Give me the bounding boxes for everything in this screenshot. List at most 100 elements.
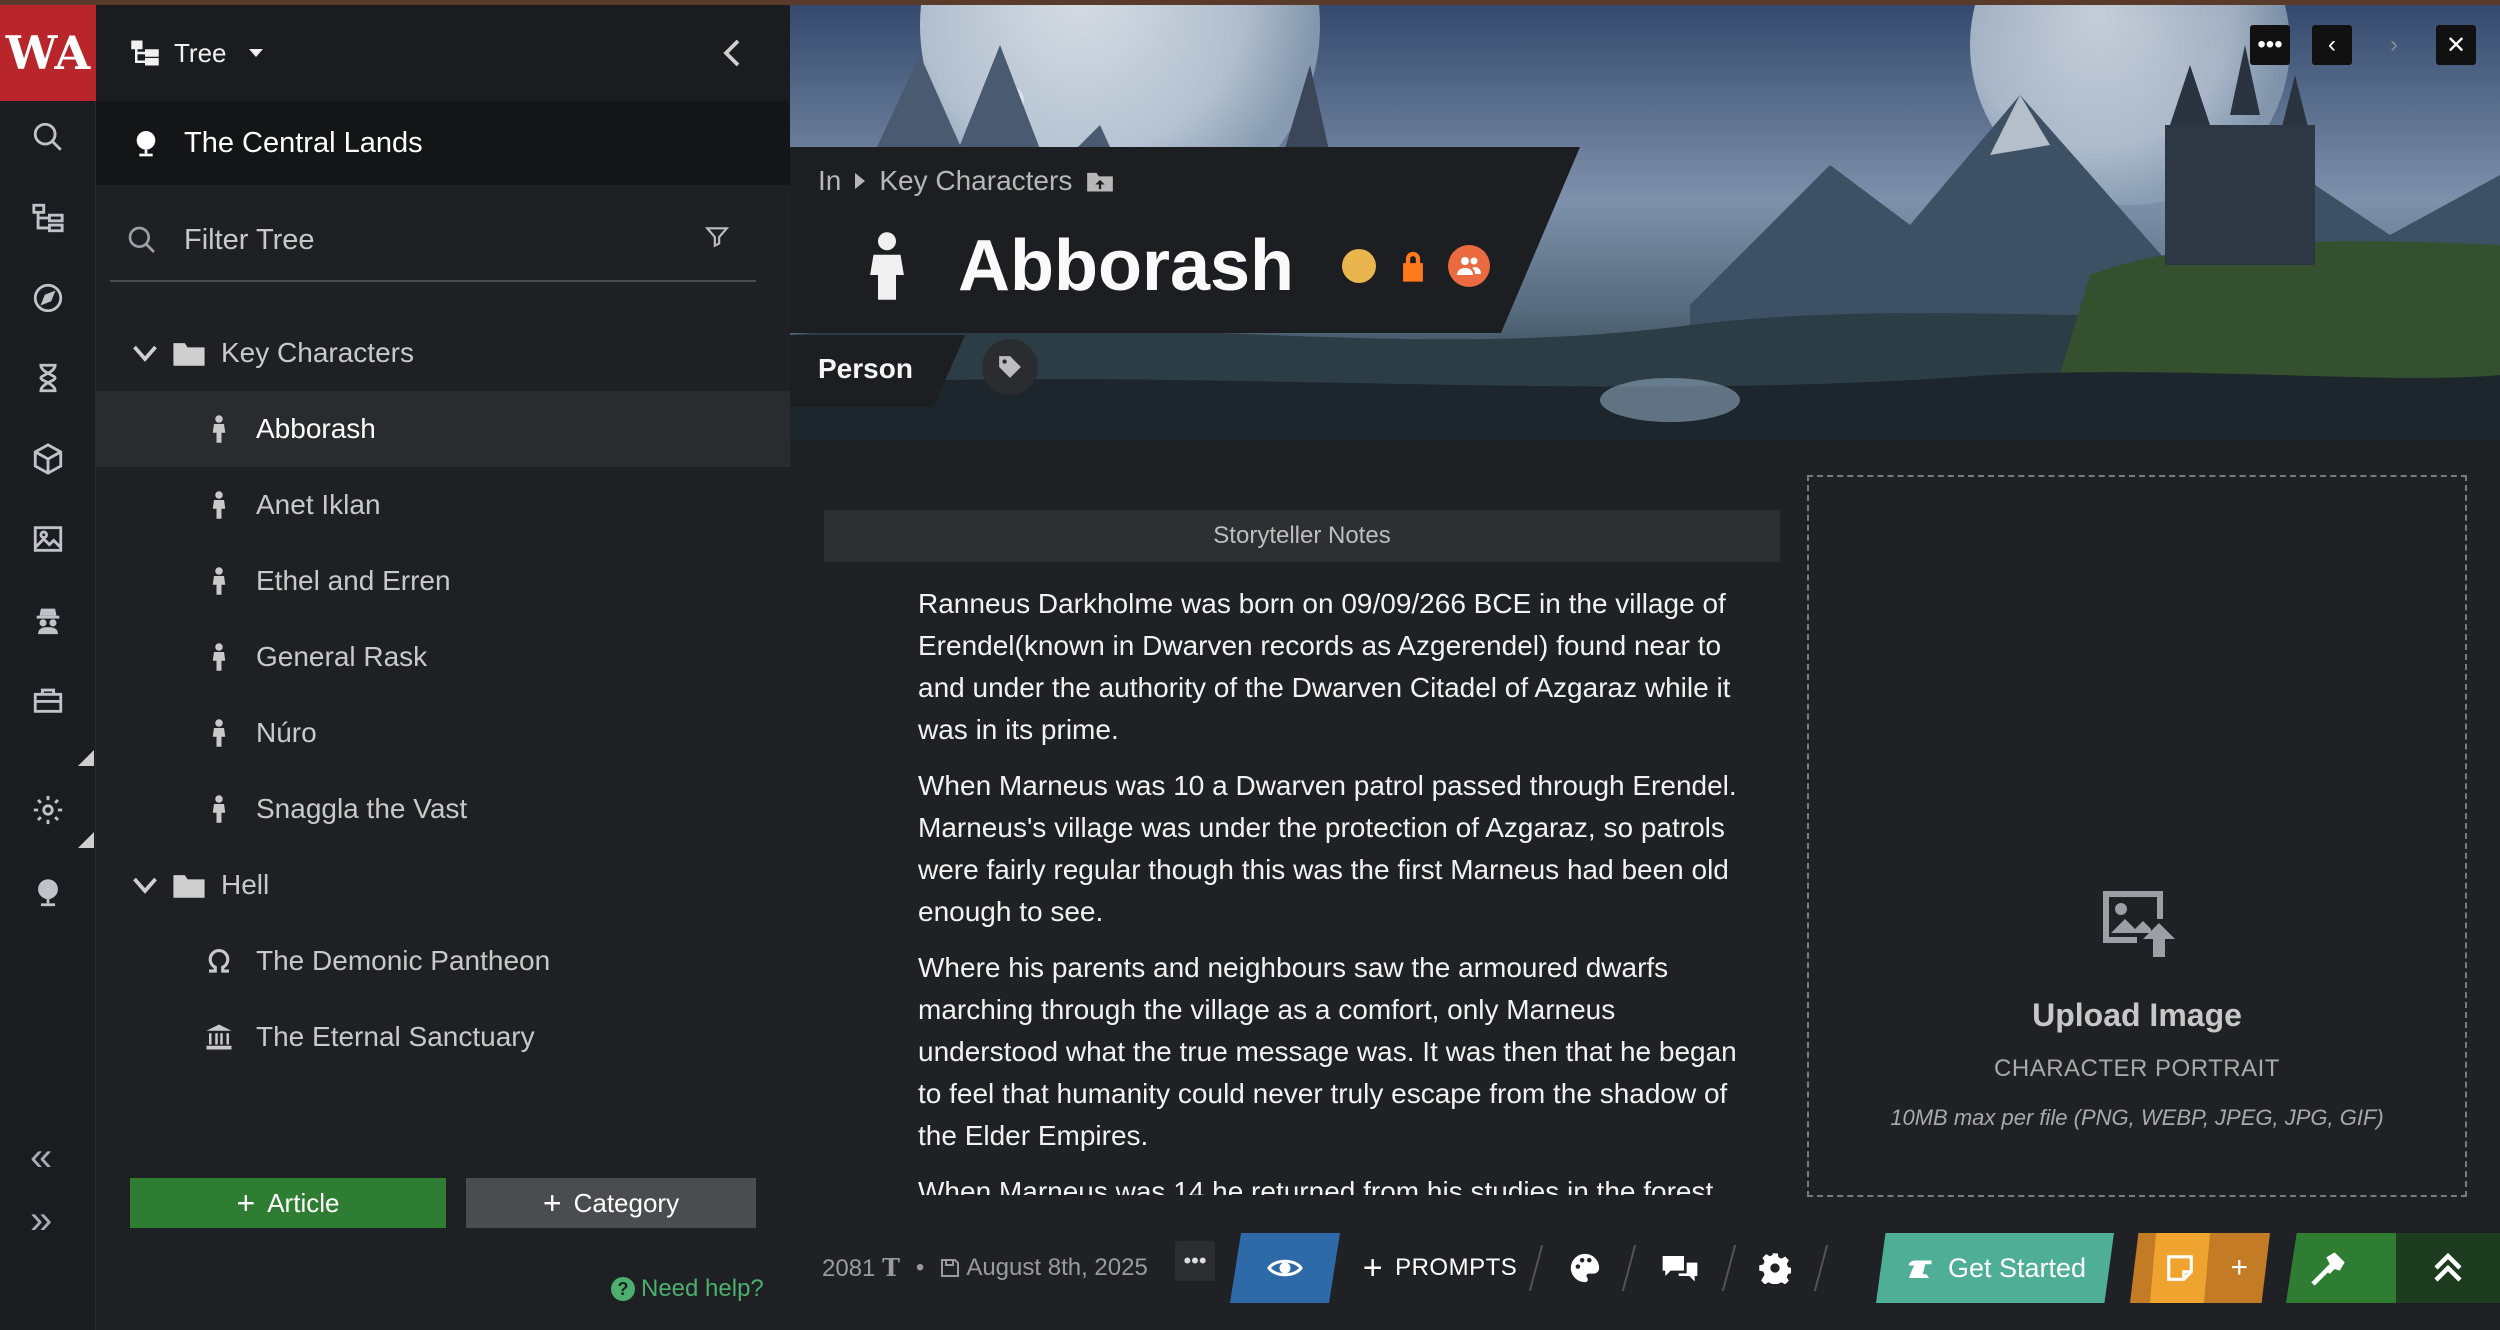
person-icon: [212, 415, 226, 443]
tree-item-label: The Eternal Sanctuary: [256, 1021, 535, 1052]
add-article-button[interactable]: + Article: [130, 1178, 446, 1228]
chevron-down-icon: [248, 49, 263, 57]
spy-icon[interactable]: [24, 596, 72, 644]
header-controls: ••• ‹ › ✕: [2250, 25, 2476, 65]
page-title: Abborash: [958, 226, 1295, 306]
chat-icon: [1662, 1256, 1698, 1282]
add-category-label: Category: [573, 1187, 680, 1218]
article-body: Ranneus Darkholme was born on 09/09/266 …: [918, 583, 1748, 1195]
settings-button[interactable]: [1740, 1233, 1810, 1303]
view-article-button[interactable]: [1230, 1233, 1340, 1303]
compass-icon[interactable]: [24, 274, 72, 322]
gear-icon[interactable]: [24, 786, 72, 834]
search-icon[interactable]: [24, 113, 72, 161]
person-icon: [212, 719, 226, 747]
need-help-link[interactable]: ? Need help?: [611, 1275, 764, 1303]
breadcrumb-in: In: [818, 165, 842, 196]
person-icon: [870, 232, 904, 300]
plus-icon: +: [542, 1184, 562, 1221]
lock-icon[interactable]: [1398, 249, 1428, 283]
tree-icon[interactable]: [24, 194, 72, 242]
next-article-button[interactable]: ›: [2374, 25, 2414, 65]
rail-expand-corner-2: [78, 832, 94, 848]
image-upload-icon: [2103, 891, 2175, 957]
tag-icon[interactable]: [982, 339, 1038, 395]
get-started-button[interactable]: Get Started: [1876, 1233, 2114, 1303]
title-row: Abborash: [860, 225, 1491, 307]
status-dot-icon[interactable]: [1342, 249, 1377, 283]
tree-item-abborash[interactable]: Abborash: [96, 391, 790, 467]
add-note-icon[interactable]: +: [2230, 1251, 2248, 1285]
bottom-toolbar: 2081 T • August 8th, 2025 ••• + PROMPTS: [790, 1233, 2500, 1330]
last-saved-date: August 8th, 2025: [966, 1254, 1148, 1281]
tree-item-eternal-sanctuary[interactable]: The Eternal Sanctuary: [96, 999, 790, 1075]
article-main: ••• ‹ › ✕ In Key Characters Abborash Per…: [790, 5, 2500, 1330]
folder-up-icon[interactable]: [1086, 169, 1114, 193]
tree-item-label: Abborash: [256, 413, 376, 444]
icon-rail: WA « »: [0, 0, 96, 1330]
tree-item-demonic-pantheon[interactable]: The Demonic Pantheon: [96, 923, 790, 999]
globe-icon: [136, 131, 156, 157]
subscribers-icon[interactable]: [1448, 245, 1491, 287]
close-icon[interactable]: ✕: [2436, 25, 2476, 65]
word-count: 2081 T: [822, 1253, 900, 1282]
collapse-all-icon[interactable]: «: [30, 1135, 52, 1180]
notes-button[interactable]: +: [2130, 1233, 2270, 1303]
hourglass-icon[interactable]: [24, 354, 72, 402]
chevron-down-icon[interactable]: [130, 338, 160, 368]
filter-tree-input[interactable]: [184, 223, 664, 257]
toolbox-icon[interactable]: [24, 676, 72, 724]
folder-icon: [173, 343, 205, 366]
collapse-sidebar-button[interactable]: [714, 35, 750, 71]
upload-image-note: 10MB max per file (PNG, WEBP, JPEG, JPG,…: [1890, 1105, 2384, 1130]
scroll-top-button[interactable]: [2396, 1233, 2500, 1303]
comments-button[interactable]: [1640, 1233, 1720, 1303]
tree-item-general-rask[interactable]: General Rask: [96, 619, 790, 695]
filter-tree-field: [110, 200, 756, 282]
cube-icon[interactable]: [24, 435, 72, 483]
toolbar-divider: [1813, 1245, 1829, 1291]
globe-icon[interactable]: [24, 868, 72, 916]
tree-item-anet-iklan[interactable]: Anet Iklan: [96, 467, 790, 543]
body-paragraph: When Marneus was 10 a Dwarven patrol pas…: [918, 770, 1737, 927]
chevron-left-icon: [723, 39, 740, 67]
tree-item-snaggla-the-vast[interactable]: Snaggla the Vast: [96, 771, 790, 847]
breadcrumb: In Key Characters: [818, 165, 1114, 197]
storyteller-notes-heading: Storyteller Notes: [824, 510, 1780, 562]
temple-icon: [206, 1024, 232, 1050]
prompts-button[interactable]: + PROMPTS: [1350, 1233, 1530, 1303]
tree-category-label: Hell: [221, 869, 270, 900]
rail-expand-corner: [78, 750, 94, 766]
body-paragraph: Where his parents and neighbours saw the…: [918, 952, 1737, 1151]
more-options-button[interactable]: •••: [2250, 25, 2290, 65]
add-category-button[interactable]: + Category: [466, 1178, 756, 1228]
tree-icon: [131, 40, 159, 66]
plus-icon: +: [236, 1184, 256, 1221]
more-actions-button[interactable]: •••: [1175, 1241, 1215, 1281]
filter-icon[interactable]: [704, 224, 730, 250]
tree-item-label: The Demonic Pantheon: [256, 945, 551, 976]
tree-item-label: Ethel and Erren: [256, 565, 451, 596]
body-paragraph: When Marneus was 14 he returned from his…: [918, 1176, 1714, 1195]
character-portrait-upload[interactable]: Upload Image CHARACTER PORTRAIT 10MB max…: [1807, 475, 2467, 1197]
get-started-label: Get Started: [1947, 1252, 2087, 1283]
expand-all-icon[interactable]: »: [30, 1198, 52, 1243]
help-icon: ?: [611, 1277, 635, 1301]
world-selector[interactable]: The Central Lands: [96, 101, 790, 185]
tree-item-ethel-and-erren[interactable]: Ethel and Erren: [96, 543, 790, 619]
tools-button[interactable]: [2286, 1233, 2500, 1303]
image-icon[interactable]: [24, 515, 72, 563]
chevron-down-icon[interactable]: [130, 870, 160, 900]
caret-right-icon: [855, 173, 866, 189]
theme-button[interactable]: [1550, 1233, 1620, 1303]
breadcrumb-parent-link[interactable]: Key Characters: [879, 165, 1072, 197]
tree-mode-dropdown[interactable]: Tree: [130, 38, 263, 69]
previous-article-button[interactable]: ‹: [2312, 25, 2352, 65]
anvil-icon: [1908, 1260, 1932, 1278]
tree-item-nuro[interactable]: Núro: [96, 695, 790, 771]
need-help-label: Need help?: [641, 1275, 764, 1302]
text-icon: T: [882, 1253, 900, 1282]
tree-category-hell[interactable]: Hell: [96, 847, 790, 923]
tree-category-key-characters[interactable]: Key Characters: [96, 315, 790, 391]
worldanvil-logo[interactable]: WA: [0, 5, 96, 101]
